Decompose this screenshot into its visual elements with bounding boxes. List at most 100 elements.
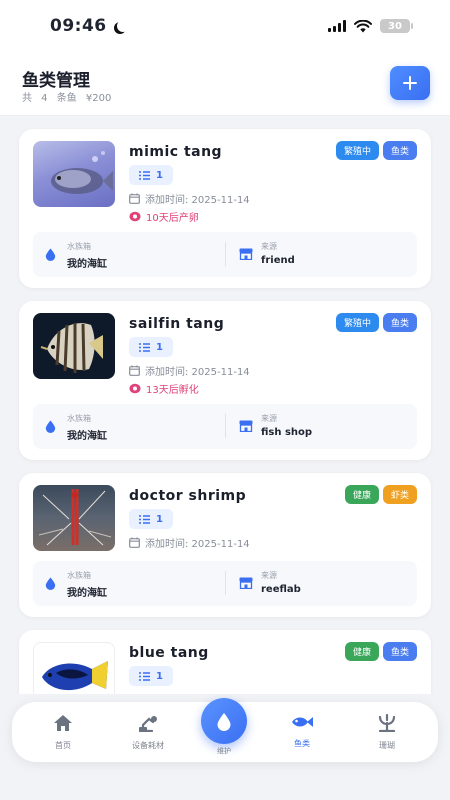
divider — [225, 571, 226, 595]
tank-label: 水族箱 — [67, 414, 91, 423]
quantity-value: 1 — [156, 169, 163, 181]
source-label: 来源 — [261, 414, 277, 423]
total-price: ¥200 — [85, 93, 112, 104]
added-date-text: 添加时间: 2025-11-14 — [145, 539, 250, 550]
list-icon — [139, 514, 151, 524]
source-info: 来源 reeflab — [227, 561, 417, 606]
fish-card[interactable]: sailfin tang 繁殖中 鱼类 1 添加时间: 2025-11-14 1… — [19, 301, 431, 460]
nav-coral-label: 珊瑚 — [379, 741, 395, 750]
added-date: 添加时间: 2025-11-14 — [129, 535, 250, 550]
quantity-value: 1 — [156, 341, 163, 353]
fish-card[interactable]: mimic tang 繁殖中 鱼类 1 添加时间: 2025-11-14 10天… — [19, 129, 431, 288]
quantity-tag: 1 — [129, 666, 173, 686]
fish-name: sailfin tang — [129, 316, 225, 332]
info-box: 水族箱 我的海缸 来源 friend — [33, 232, 417, 277]
nav-fish[interactable]: 鱼类 — [267, 714, 337, 749]
page-title: 鱼类管理 — [22, 71, 90, 91]
fish-name: blue tang — [129, 645, 209, 661]
water-drop-icon — [45, 577, 56, 590]
quantity-value: 1 — [156, 513, 163, 525]
tank-label: 水族箱 — [67, 242, 91, 251]
event-text: 13天后孵化 — [146, 385, 199, 396]
tank-value: 我的海缸 — [67, 588, 107, 599]
water-drop-icon — [45, 248, 56, 261]
fish-count: 共 4 条鱼 — [22, 93, 77, 104]
quantity-tag: 1 — [129, 165, 173, 185]
status-time: 09:46 — [50, 16, 125, 36]
info-box: 水族箱 我的海缸 来源 fish shop — [33, 404, 417, 449]
fish-card[interactable]: doctor shrimp 健康 虾类 1 添加时间: 2025-11-14 水… — [19, 473, 431, 617]
fish-name: doctor shrimp — [129, 488, 247, 504]
store-icon — [239, 420, 253, 432]
fish-icon — [292, 717, 313, 727]
calendar-icon — [129, 193, 140, 204]
coral-icon — [378, 713, 396, 733]
page-header: 鱼类管理 共 4 条鱼 ¥200 — [0, 52, 450, 116]
source-info: 来源 friend — [227, 232, 417, 277]
status-badge: 健康 — [344, 485, 379, 504]
added-date: 添加时间: 2025-11-14 — [129, 191, 250, 206]
breeding-event: 13天后孵化 — [129, 381, 199, 396]
source-value: reeflab — [261, 584, 301, 595]
water-drop-icon — [45, 420, 56, 433]
store-icon — [239, 577, 253, 589]
status-badge: 健康 — [344, 642, 379, 661]
moon-icon — [117, 20, 129, 32]
category-badge: 鱼类 — [382, 141, 417, 160]
nav-maintain-label: 维护 — [217, 747, 231, 755]
wifi-icon — [354, 19, 372, 32]
signal-icon — [328, 20, 346, 32]
battery-icon: 30 — [380, 19, 413, 33]
tank-value: 我的海缸 — [67, 259, 107, 270]
battery-level: 30 — [388, 20, 402, 32]
list-icon — [139, 342, 151, 352]
add-fish-button[interactable] — [390, 66, 430, 100]
equipment-icon — [138, 716, 157, 733]
fish-name: mimic tang — [129, 144, 223, 160]
info-box: 水族箱 我的海缸 来源 reeflab — [33, 561, 417, 606]
breeding-event: 10天后产卵 — [129, 209, 199, 224]
water-drop-icon — [217, 712, 231, 731]
fish-photo — [33, 141, 115, 207]
egg-icon — [129, 383, 141, 394]
category-badge: 鱼类 — [382, 642, 417, 661]
quantity-tag: 1 — [129, 337, 173, 357]
divider — [225, 242, 226, 266]
tank-info[interactable]: 水族箱 我的海缸 — [33, 404, 223, 449]
nav-home-label: 首页 — [55, 741, 71, 750]
tank-label: 水族箱 — [67, 571, 91, 580]
store-icon — [239, 248, 253, 260]
status-badge: 繁殖中 — [335, 141, 379, 160]
fish-photo — [33, 485, 115, 551]
tank-value: 我的海缸 — [67, 431, 107, 442]
nav-maintain-button[interactable] — [201, 698, 247, 744]
category-badge: 鱼类 — [382, 313, 417, 332]
calendar-icon — [129, 537, 140, 548]
page-summary: 共 4 条鱼 ¥200 — [22, 89, 111, 104]
event-text: 10天后产卵 — [146, 213, 199, 224]
list-icon — [139, 170, 151, 180]
calendar-icon — [129, 365, 140, 376]
tank-info[interactable]: 水族箱 我的海缸 — [33, 232, 223, 277]
nav-coral[interactable]: 珊瑚 — [352, 713, 422, 751]
status-badge: 繁殖中 — [335, 313, 379, 332]
nav-home[interactable]: 首页 — [28, 714, 98, 751]
added-date: 添加时间: 2025-11-14 — [129, 363, 250, 378]
home-icon — [54, 715, 72, 731]
quantity-tag: 1 — [129, 509, 173, 529]
source-label: 来源 — [261, 242, 277, 251]
fish-photo — [33, 313, 115, 379]
bottom-nav: 首页 设备耗材 维护 鱼类 珊瑚 — [12, 698, 438, 762]
tank-info[interactable]: 水族箱 我的海缸 — [33, 561, 223, 606]
clock-text: 09:46 — [50, 16, 107, 36]
list-icon — [139, 671, 151, 681]
added-date-text: 添加时间: 2025-11-14 — [145, 367, 250, 378]
plus-icon — [403, 76, 417, 90]
source-info: 来源 fish shop — [227, 404, 417, 449]
status-bar: 09:46 30 — [0, 0, 450, 52]
nav-equipment[interactable]: 设备耗材 — [113, 714, 183, 751]
source-value: friend — [261, 255, 295, 266]
nav-fish-label: 鱼类 — [294, 739, 310, 748]
source-value: fish shop — [261, 427, 313, 438]
quantity-value: 1 — [156, 670, 163, 682]
